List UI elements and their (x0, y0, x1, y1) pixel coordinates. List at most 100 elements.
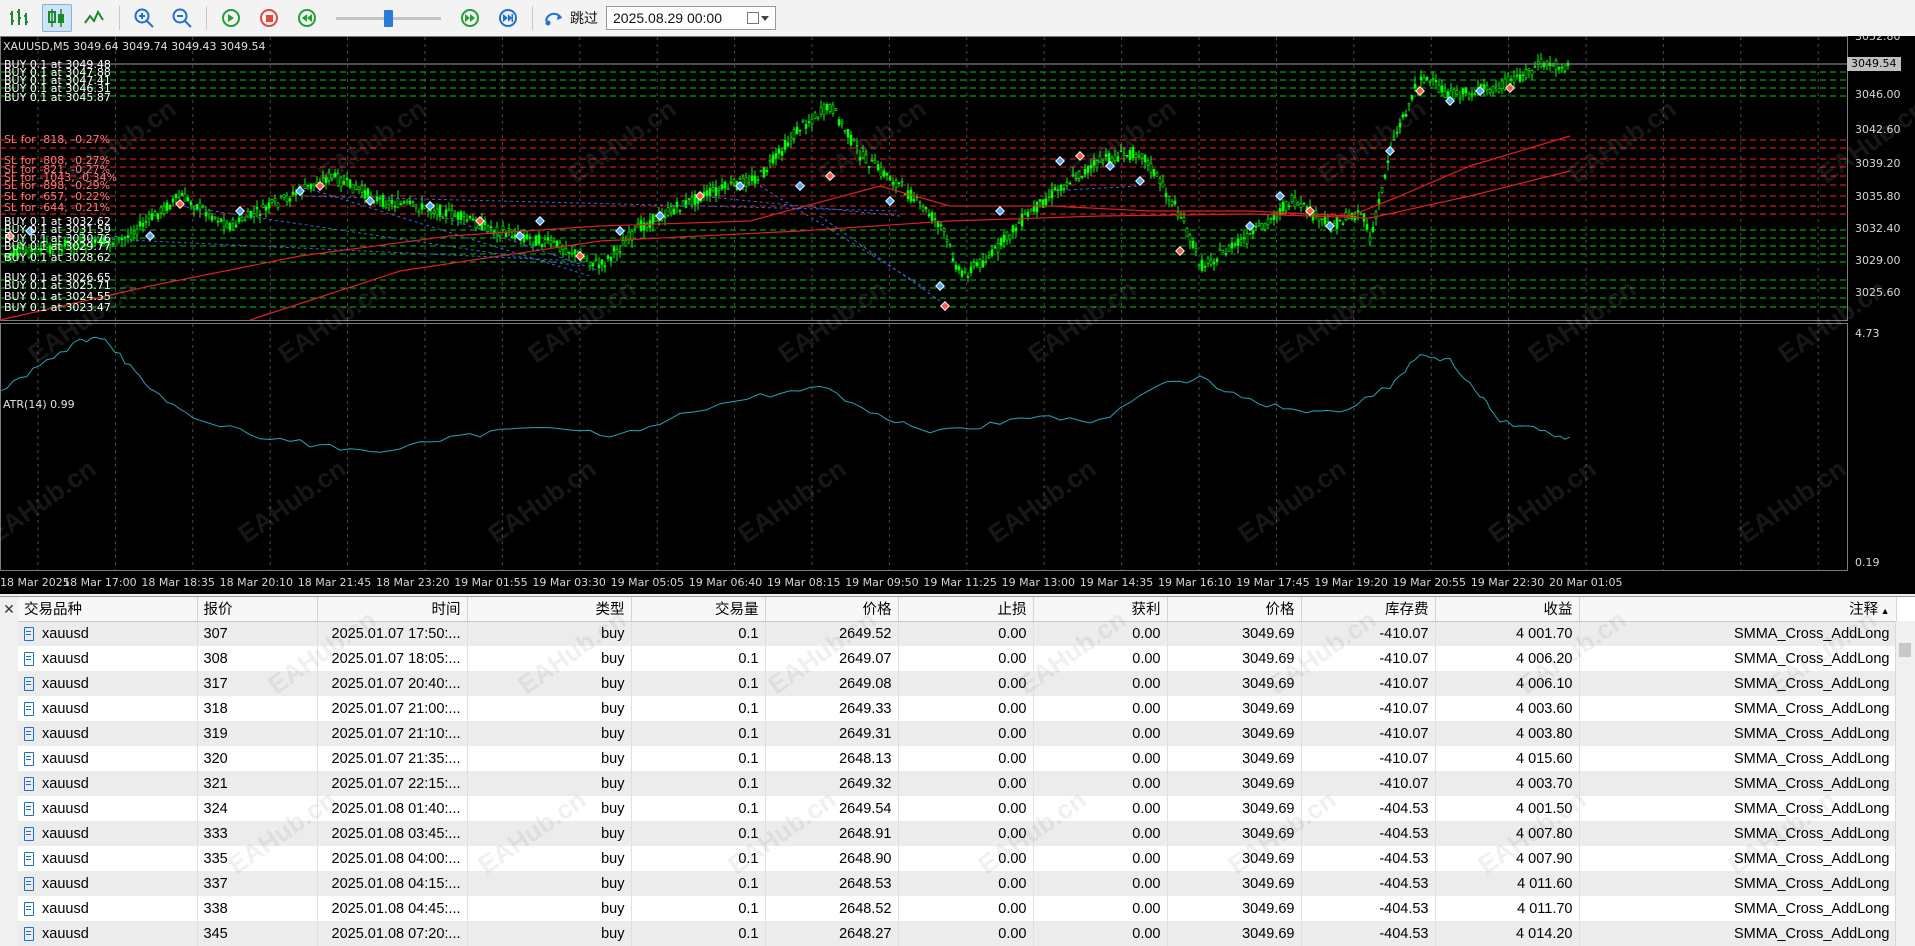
skip-date-input[interactable]: 2025.08.29 00:00 (606, 6, 776, 30)
buy-order-label[interactable]: BUY 0.1 at 3028.62 (4, 251, 111, 264)
column-header[interactable]: 交易品种 (18, 597, 198, 622)
candle-body (816, 116, 820, 119)
step-forward-button[interactable] (493, 4, 523, 32)
table-cell: 2025.01.08 04:15:... (317, 871, 468, 896)
candle-body (243, 219, 247, 222)
candle-body (507, 228, 511, 231)
candle-body (678, 209, 682, 212)
bar-chart-button[interactable] (4, 4, 34, 32)
table-row[interactable]: xauusd 317 2025.01.07 20:40:... buy 0.1 2649.… (18, 671, 1897, 696)
table-scrollbar[interactable] (1895, 621, 1915, 946)
candle-body (852, 138, 856, 142)
candle-body (1428, 80, 1432, 83)
table-row[interactable]: xauusd 318 2025.01.07 21:00:... buy 0.1 2649.… (18, 696, 1897, 721)
skip-to-button[interactable] (542, 4, 566, 32)
candle-body (1152, 168, 1156, 176)
candle-body (510, 236, 514, 238)
speed-slider-thumb[interactable] (384, 10, 393, 27)
scrollbar-thumb[interactable] (1899, 643, 1911, 657)
rewind-button[interactable] (292, 4, 322, 32)
table-cell: xauusd (18, 696, 198, 721)
table-row[interactable]: xauusd 335 2025.01.08 04:00:... buy 0.1 2648.… (18, 846, 1897, 871)
table-row[interactable]: xauusd 307 2025.01.07 17:50:... buy 0.1 2649.… (18, 621, 1897, 646)
candle-body (1113, 155, 1117, 161)
column-header[interactable]: 报价 (197, 597, 318, 622)
candle-body (432, 210, 436, 214)
table-row[interactable]: xauusd 321 2025.01.07 22:15:... buy 0.1 2649.… (18, 771, 1897, 796)
table-cell: 2025.01.07 22:15:... (317, 771, 468, 796)
time-axis[interactable]: 18 Mar 2025 18 Mar 17:00 18 Mar 18:35 18 Ma… (0, 572, 1848, 594)
speed-slider[interactable] (336, 8, 441, 28)
stop-loss-label[interactable]: SL for -818, -0.27% (4, 133, 110, 146)
chart-window[interactable]: XAUUSD,M5 3049.64 3049.74 3049.43 3049.5… (0, 36, 1915, 594)
candlestick-button[interactable] (42, 4, 72, 32)
table-row[interactable]: xauusd 345 2025.01.08 07:20:... buy 0.1 2648.… (18, 921, 1897, 946)
column-header[interactable]: 注释 ▲ (1579, 597, 1897, 622)
table-row[interactable]: xauusd 308 2025.01.07 18:05:... buy 0.1 2649.… (18, 646, 1897, 671)
candle-body (444, 209, 448, 217)
column-header[interactable]: 交易量 (631, 597, 766, 622)
column-header[interactable]: 收益 (1435, 597, 1580, 622)
candle-body (1194, 248, 1198, 252)
column-header[interactable]: 库存费 (1301, 597, 1436, 622)
skip-label[interactable]: 跳过 (570, 8, 598, 28)
candle-body (1275, 216, 1279, 219)
table-row[interactable]: xauusd 338 2025.01.08 04:45:... buy 0.1 2648.… (18, 896, 1897, 921)
table-cell: 3049.69 (1167, 721, 1302, 746)
table-cell: 320 (197, 746, 318, 771)
table-row[interactable]: xauusd 337 2025.01.08 04:15:... buy 0.1 2648.… (18, 871, 1897, 896)
table-row[interactable]: xauusd 333 2025.01.08 03:45:... buy 0.1 2648.… (18, 821, 1897, 846)
column-header[interactable]: 类型 (467, 597, 632, 622)
line-chart-button[interactable] (80, 4, 110, 32)
candle-body (717, 188, 721, 191)
column-header[interactable]: 时间 (317, 597, 468, 622)
table-row[interactable]: xauusd 324 2025.01.08 01:40:... buy 0.1 2649.… (18, 796, 1897, 821)
candle-body (1335, 216, 1339, 230)
chevron-down-icon[interactable] (761, 15, 769, 21)
candle-body (963, 271, 967, 273)
candle-body (531, 241, 535, 245)
price-chart[interactable] (0, 36, 1915, 594)
column-header[interactable]: 价格 (765, 597, 899, 622)
zoom-in-button[interactable] (129, 4, 159, 32)
candle-body (1518, 74, 1522, 82)
time-axis-label: 19 Mar 22:30 (1470, 576, 1545, 589)
candle-body (894, 180, 898, 189)
zoom-out-icon (172, 8, 192, 28)
line-chart-icon (84, 9, 104, 24)
position-document-icon (24, 851, 34, 866)
candle-body (1254, 225, 1258, 228)
candle-body (1527, 68, 1531, 72)
candle-body (1209, 259, 1213, 265)
buy-order-label[interactable]: BUY 0.1 at 3023.47 (4, 301, 111, 314)
candle-body (897, 182, 901, 184)
table-row[interactable]: xauusd 320 2025.01.07 21:35:... buy 0.1 2648.… (18, 746, 1897, 771)
sort-arrow-icon[interactable]: ▲ (1878, 606, 1890, 616)
table-row[interactable]: xauusd 319 2025.01.07 21:10:... buy 0.1 2649.… (18, 721, 1897, 746)
stop-button[interactable] (254, 4, 284, 32)
buy-order-label[interactable]: BUY 0.1 at 3045.87 (4, 91, 111, 104)
column-header[interactable]: 价格 (1167, 597, 1302, 622)
table-cell: 2025.01.08 04:45:... (317, 896, 468, 921)
toolbox-side-tab[interactable] (0, 621, 19, 946)
zoom-out-button[interactable] (167, 4, 197, 32)
candle-body (819, 107, 823, 115)
calendar-icon[interactable] (747, 12, 759, 24)
price-axis[interactable]: 3052.80 3046.00 3042.60 3039.20 3035.80 3032.… (1847, 36, 1915, 576)
fast-forward-button[interactable] (455, 4, 485, 32)
column-header[interactable]: 获利 (1033, 597, 1168, 622)
candle-body (1407, 102, 1411, 106)
candle-body (1032, 206, 1036, 212)
close-panel-button[interactable]: ✕ (0, 597, 18, 621)
stop-loss-label[interactable]: SL for -644, -0.21% (4, 201, 110, 214)
play-button[interactable] (216, 4, 246, 32)
symbol-text: xauusd (42, 925, 89, 942)
candle-body (1296, 201, 1300, 206)
candle-body (1386, 160, 1390, 163)
candle-body (126, 235, 130, 238)
candle-body (1200, 259, 1204, 271)
candle-body (981, 260, 985, 268)
column-header[interactable]: 止损 (898, 597, 1034, 622)
table-cell: 0.1 (631, 771, 766, 796)
table-cell: 2025.01.07 21:10:... (317, 721, 468, 746)
